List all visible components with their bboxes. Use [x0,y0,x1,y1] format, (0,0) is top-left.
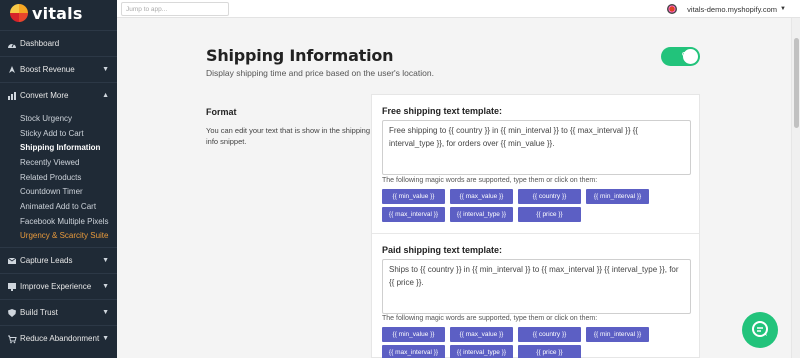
sidebar-sub-facebook-pixels[interactable]: Facebook Multiple Pixels [0,214,117,229]
format-description: You can edit your text that is show in t… [206,126,370,146]
templates-card: Free shipping text template: Free shippi… [371,94,700,358]
sidebar-item-label: Improve Experience [20,282,92,292]
monitor-icon [7,282,17,292]
sidebar-nav: Dashboard Boost Revenue ▼ Convert More ▲… [0,30,117,351]
chat-bubble-icon [751,320,769,341]
paid-shipping-hint: The following magic words are supported,… [382,315,598,322]
chevron-down-icon: ▼ [102,257,109,265]
free-shipping-textarea[interactable]: Free shipping to {{ country }} in {{ min… [382,120,691,175]
sidebar-item-convert-more[interactable]: Convert More ▲ [0,82,117,108]
toggle-knob [683,49,698,64]
magic-word-price[interactable]: {{ price }} [518,345,581,358]
sidebar-sub-recently-viewed[interactable]: Recently Viewed [0,155,117,170]
sidebar-sub-urgency-scarcity[interactable]: Urgency & Scarcity Suite [0,229,117,244]
sidebar-sub-related-products[interactable]: Related Products [0,170,117,185]
sidebar-item-boost-revenue[interactable]: Boost Revenue ▼ [0,56,117,82]
sidebar-item-label: Build Trust [20,308,58,318]
sidebar-item-improve-experience[interactable]: Improve Experience ▼ [0,273,117,299]
free-shipping-title: Free shipping text template: [382,106,503,116]
free-shipping-tags-row-2: {{ max_interval }} {{ interval_type }} {… [382,207,581,222]
rocket-icon [7,65,17,75]
sidebar-item-label: Capture Leads [20,256,73,266]
caret-down-icon: ▼ [780,6,786,12]
section-divider [372,233,699,234]
store-avatar-icon [667,4,678,14]
magic-word-max-interval[interactable]: {{ max_interval }} [382,345,445,358]
shield-icon [7,308,17,318]
top-bar: vitals-demo.myshopify.com ▼ [117,0,800,18]
brand-name: vitals [32,3,83,23]
sidebar-item-label: Convert More [20,91,69,100]
chart-icon [7,91,17,101]
chevron-up-icon: ▲ [102,92,109,99]
shop-domain: vitals-demo.myshopify.com [687,4,778,14]
cart-icon [7,334,17,344]
page-title: Shipping Information [206,46,394,65]
magic-word-max-value[interactable]: {{ max_value }} [450,327,513,342]
convert-more-submenu: Stock Urgency Sticky Add to Cart Shippin… [0,108,117,247]
sidebar-item-dashboard[interactable]: Dashboard [0,30,117,56]
page-subtitle: Display shipping time and price based on… [206,68,434,78]
page-scrollbar[interactable] [791,18,800,358]
paid-shipping-tags-row-2: {{ max_interval }} {{ interval_type }} {… [382,345,581,358]
format-title: Format [206,107,237,117]
magic-word-max-interval[interactable]: {{ max_interval }} [382,207,445,222]
sidebar-item-capture-leads[interactable]: Capture Leads ▼ [0,247,117,273]
chevron-down-icon: ▼ [102,66,109,73]
magic-word-min-value[interactable]: {{ min_value }} [382,327,445,342]
magic-word-min-interval[interactable]: {{ min_interval }} [586,189,649,204]
magic-word-price[interactable]: {{ price }} [518,207,581,222]
sidebar: vitals Dashboard Boost Revenue ▼ Convert… [0,0,117,358]
sidebar-sub-animated-add-to-cart[interactable]: Animated Add to Cart [0,199,117,214]
sidebar-item-label: Boost Revenue [20,65,75,74]
magic-word-country[interactable]: {{ country }} [518,189,581,204]
paid-shipping-textarea[interactable]: Ships to {{ country }} in {{ min_interva… [382,259,691,314]
sidebar-sub-sticky-add-to-cart[interactable]: Sticky Add to Cart [0,126,117,141]
magic-word-max-value[interactable]: {{ max_value }} [450,189,513,204]
free-shipping-hint: The following magic words are supported,… [382,177,598,184]
paid-shipping-title: Paid shipping text template: [382,245,503,255]
free-shipping-tags-row-1: {{ min_value }} {{ max_value }} {{ count… [382,189,649,204]
mail-icon [7,256,17,266]
logo[interactable]: vitals [0,0,117,26]
chevron-down-icon: ▼ [102,335,109,343]
sidebar-item-label: Dashboard [20,39,60,48]
magic-word-min-value[interactable]: {{ min_value }} [382,189,445,204]
enable-toggle[interactable]: ON [661,47,700,66]
magic-word-interval-type[interactable]: {{ interval_type }} [450,345,513,358]
magic-word-min-interval[interactable]: {{ min_interval }} [586,327,649,342]
scrollbar-thumb[interactable] [794,38,799,128]
dashboard-icon [7,39,17,49]
sidebar-item-label: Reduce Abandonment [20,334,100,344]
sidebar-sub-shipping-information[interactable]: Shipping Information [0,140,117,155]
sidebar-sub-stock-urgency[interactable]: Stock Urgency [0,111,117,126]
paid-shipping-tags-row-1: {{ min_value }} {{ max_value }} {{ count… [382,327,649,342]
sidebar-item-build-trust[interactable]: Build Trust ▼ [0,299,117,325]
chat-button[interactable] [742,312,778,348]
vitals-logo-icon [10,4,28,22]
chevron-down-icon: ▼ [102,283,109,291]
jump-to-app-input[interactable] [121,2,229,16]
chevron-down-icon: ▼ [102,309,109,317]
magic-word-interval-type[interactable]: {{ interval_type }} [450,207,513,222]
store-switcher[interactable]: vitals-demo.myshopify.com ▼ [667,4,786,14]
magic-word-country[interactable]: {{ country }} [518,327,581,342]
sidebar-item-reduce-abandonment[interactable]: Reduce Abandonment ▼ [0,325,117,351]
sidebar-sub-countdown-timer[interactable]: Countdown Timer [0,184,117,199]
